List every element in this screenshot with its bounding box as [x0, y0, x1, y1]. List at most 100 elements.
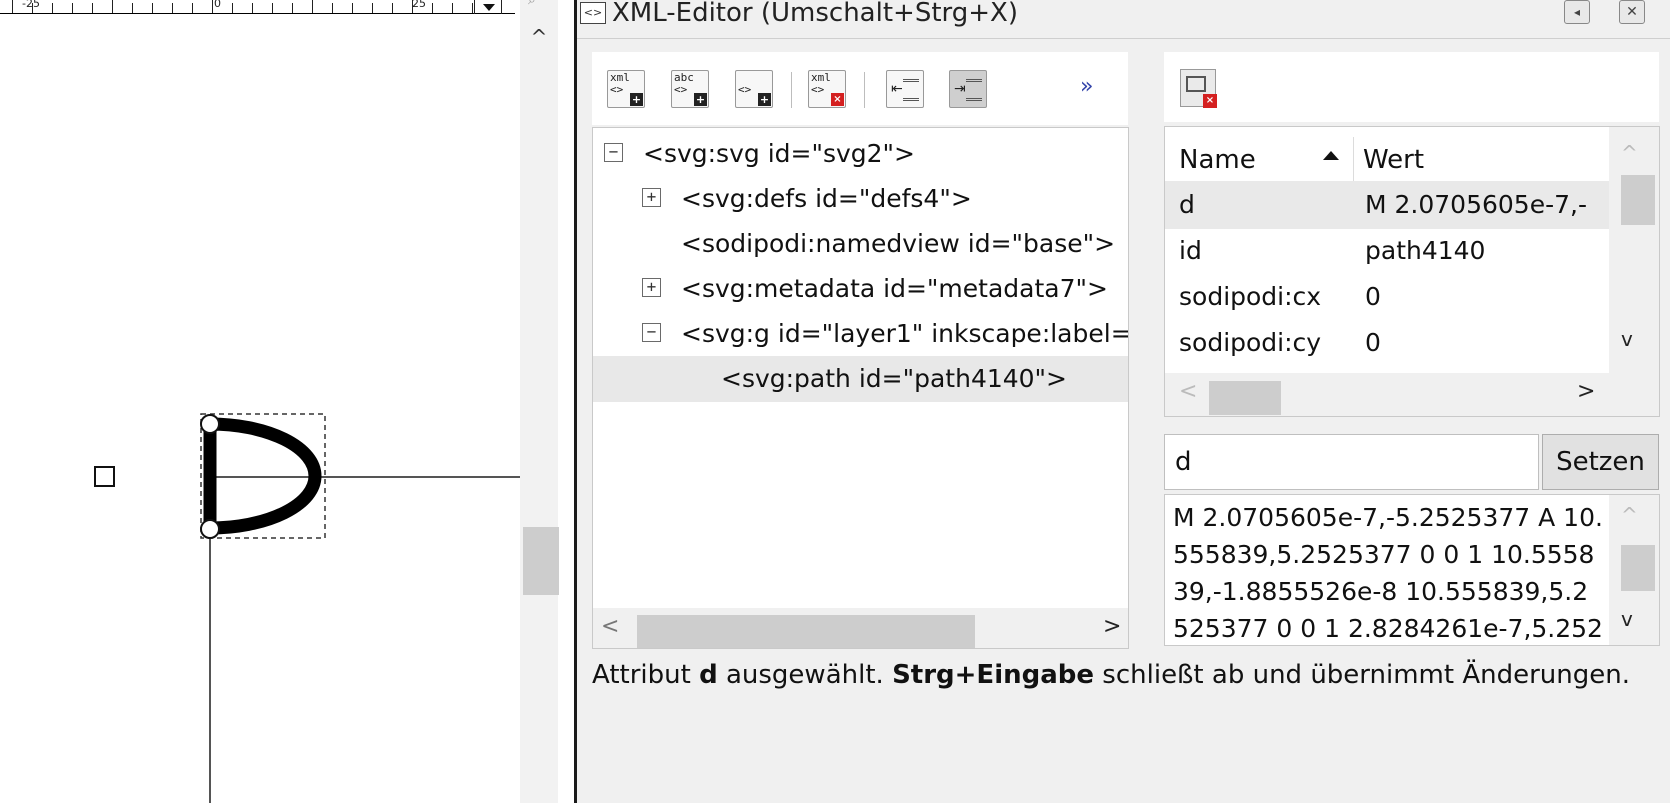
attribute-name: d	[1179, 190, 1195, 219]
column-header-name[interactable]: Name	[1179, 145, 1256, 175]
plus-icon: +	[758, 93, 771, 106]
status-message: Attribut d ausgewählt. Strg+Eingabe schl…	[592, 660, 1670, 690]
node-handle-bottom	[200, 519, 220, 539]
duplicate-node-button[interactable]: <> +	[735, 70, 773, 108]
canvas-vertical-scrollbar[interactable]: ^	[520, 0, 559, 803]
scroll-left-icon[interactable]: <	[1179, 379, 1197, 404]
attribute-row-id[interactable]: id path4140	[1165, 227, 1609, 275]
xml-editor-panel: <> XML-Editor (Umschalt+Strg+X) ◂ ✕ xml …	[577, 0, 1670, 803]
zoom-icon[interactable]: ⌕	[528, 0, 544, 8]
scroll-right-icon[interactable]: >	[1103, 614, 1121, 639]
toolbar-overflow-icon[interactable]: »	[1080, 74, 1093, 99]
canvas-scroll-thumb[interactable]	[523, 527, 559, 595]
unindent-icon: ⇤	[891, 81, 903, 97]
attribute-table[interactable]: Name Wert d M 2.0705605e-7,- id path4140…	[1164, 126, 1660, 417]
attribute-scroll-thumb[interactable]	[1621, 175, 1655, 225]
attribute-row-cy[interactable]: sodipodi:cy 0	[1165, 319, 1609, 359]
status-attribute-name: d	[699, 660, 718, 690]
tree-node-namedview[interactable]: <sodipodi:namedview id="base">	[593, 221, 1128, 267]
attribute-row-cx[interactable]: sodipodi:cx 0	[1165, 273, 1609, 321]
delete-x-icon: ×	[1203, 94, 1217, 108]
scroll-down-icon[interactable]: v	[1621, 327, 1633, 351]
indent-node-button[interactable]: ⇥	[949, 70, 987, 108]
plus-icon: +	[630, 93, 643, 106]
scroll-left-icon[interactable]: <	[601, 614, 619, 639]
delete-attribute-button[interactable]: ×	[1180, 69, 1217, 108]
tree-node-label: <svg:metadata id="metadata7">	[681, 274, 1108, 303]
panel-titlebar: <> XML-Editor (Umschalt+Strg+X) ◂ ✕	[577, 0, 1670, 30]
attribute-vertical-scrollbar[interactable]: ^ v	[1609, 127, 1659, 373]
tree-node-layer1[interactable]: − <svg:g id="layer1" inkscape:label=	[593, 311, 1128, 357]
unindent-node-button[interactable]: ⇤	[886, 70, 924, 108]
column-header-value[interactable]: Wert	[1363, 145, 1424, 175]
node-toolbar: xml <> + abc <> + <> + xml <> × ⇤ ⇥ »	[592, 52, 1128, 125]
center-marker-icon	[94, 466, 115, 487]
tree-node-label: <svg:path id="path4140">	[721, 364, 1068, 393]
lines-icon	[903, 79, 919, 101]
set-attribute-button[interactable]: Setzen	[1542, 434, 1659, 490]
new-element-node-icon: xml	[610, 71, 630, 84]
plus-icon: +	[694, 93, 707, 106]
expand-icon[interactable]: +	[642, 188, 661, 207]
minimize-panel-icon[interactable]: ◂	[1564, 0, 1590, 24]
tree-node-label: <sodipodi:namedview id="base">	[681, 229, 1116, 258]
tree-node-path4140[interactable]: <svg:path id="path4140">	[593, 356, 1128, 402]
attribute-value: 0	[1365, 282, 1381, 311]
status-prefix: Attribut	[592, 660, 700, 690]
toolbar-separator	[791, 72, 792, 108]
attribute-value: path4140	[1365, 236, 1486, 265]
tree-node-label: <svg:g id="layer1" inkscape:label=	[681, 319, 1129, 348]
lines-icon	[966, 79, 982, 101]
xml-editor-icon: <>	[580, 2, 606, 24]
attribute-horizontal-scrollbar[interactable]: < >	[1165, 373, 1659, 416]
duplicate-node-icon-tag: <>	[738, 83, 752, 96]
attribute-value: 0	[1365, 328, 1381, 357]
tree-scroll-thumb[interactable]	[637, 615, 975, 648]
panel-title: XML-Editor (Umschalt+Strg+X)	[612, 0, 1018, 28]
value-vertical-scrollbar[interactable]: ^ v	[1609, 495, 1659, 645]
value-scroll-thumb[interactable]	[1621, 545, 1655, 591]
status-shortcut: Strg+Eingabe	[892, 660, 1095, 690]
attribute-name: id	[1179, 236, 1202, 265]
new-text-node-icon-tag: <>	[674, 83, 688, 96]
delete-node-icon-tag: <>	[811, 83, 825, 96]
scroll-up-icon[interactable]: ^	[1621, 141, 1638, 165]
tree-horizontal-scrollbar[interactable]: < >	[593, 608, 1128, 648]
tree-node-metadata[interactable]: + <svg:metadata id="metadata7">	[593, 266, 1128, 312]
collapse-icon[interactable]: −	[642, 323, 661, 342]
node-handle-top	[200, 414, 220, 434]
attribute-row-d[interactable]: d M 2.0705605e-7,-	[1165, 181, 1609, 229]
attribute-name: sodipodi:cx	[1179, 282, 1322, 311]
canvas-area[interactable]: -25 0 25	[0, 0, 520, 803]
scroll-down-icon[interactable]: v	[1621, 607, 1633, 631]
canvas-scroll-up-icon[interactable]: ^	[528, 26, 550, 48]
tree-node-defs[interactable]: + <svg:defs id="defs4">	[593, 176, 1128, 222]
new-element-node-button[interactable]: xml <> +	[607, 70, 645, 108]
delete-node-button[interactable]: xml <> ×	[808, 70, 846, 108]
xml-node-tree[interactable]: − <svg:svg id="svg2"> + <svg:defs id="de…	[592, 127, 1129, 649]
collapse-icon[interactable]: −	[604, 143, 623, 162]
attribute-name-input[interactable]	[1164, 434, 1539, 490]
new-text-node-icon: abc	[674, 71, 694, 84]
drawing-canvas[interactable]	[0, 0, 520, 803]
attribute-name: sodipodi:cy	[1179, 328, 1322, 357]
title-divider	[577, 38, 1670, 39]
attribute-value: M 2.0705605e-7,-	[1365, 190, 1587, 219]
tree-node-svg-root[interactable]: − <svg:svg id="svg2">	[593, 131, 1128, 177]
status-suffix: schließt ab und übernimmt Änderungen.	[1094, 660, 1631, 690]
new-text-node-button[interactable]: abc <> +	[671, 70, 709, 108]
new-element-node-icon-tag: <>	[610, 83, 624, 96]
attribute-value-editor[interactable]: M 2.0705605e-7,-5.2525377 A 10.555839,5.…	[1164, 494, 1660, 646]
attribute-hscroll-thumb[interactable]	[1209, 381, 1281, 415]
delete-node-icon: xml	[811, 71, 831, 84]
expand-icon[interactable]: +	[642, 278, 661, 297]
scroll-right-icon[interactable]: >	[1577, 379, 1595, 404]
toolbar-separator	[864, 72, 865, 108]
tree-node-label: <svg:svg id="svg2">	[643, 139, 915, 168]
close-panel-icon[interactable]: ✕	[1619, 0, 1645, 24]
attribute-value-text[interactable]: M 2.0705605e-7,-5.2525377 A 10.555839,5.…	[1173, 499, 1603, 645]
scroll-up-icon[interactable]: ^	[1621, 503, 1638, 527]
sort-ascending-icon	[1323, 151, 1339, 160]
tree-node-label: <svg:defs id="defs4">	[681, 184, 972, 213]
attribute-toolbar: ×	[1164, 52, 1659, 122]
